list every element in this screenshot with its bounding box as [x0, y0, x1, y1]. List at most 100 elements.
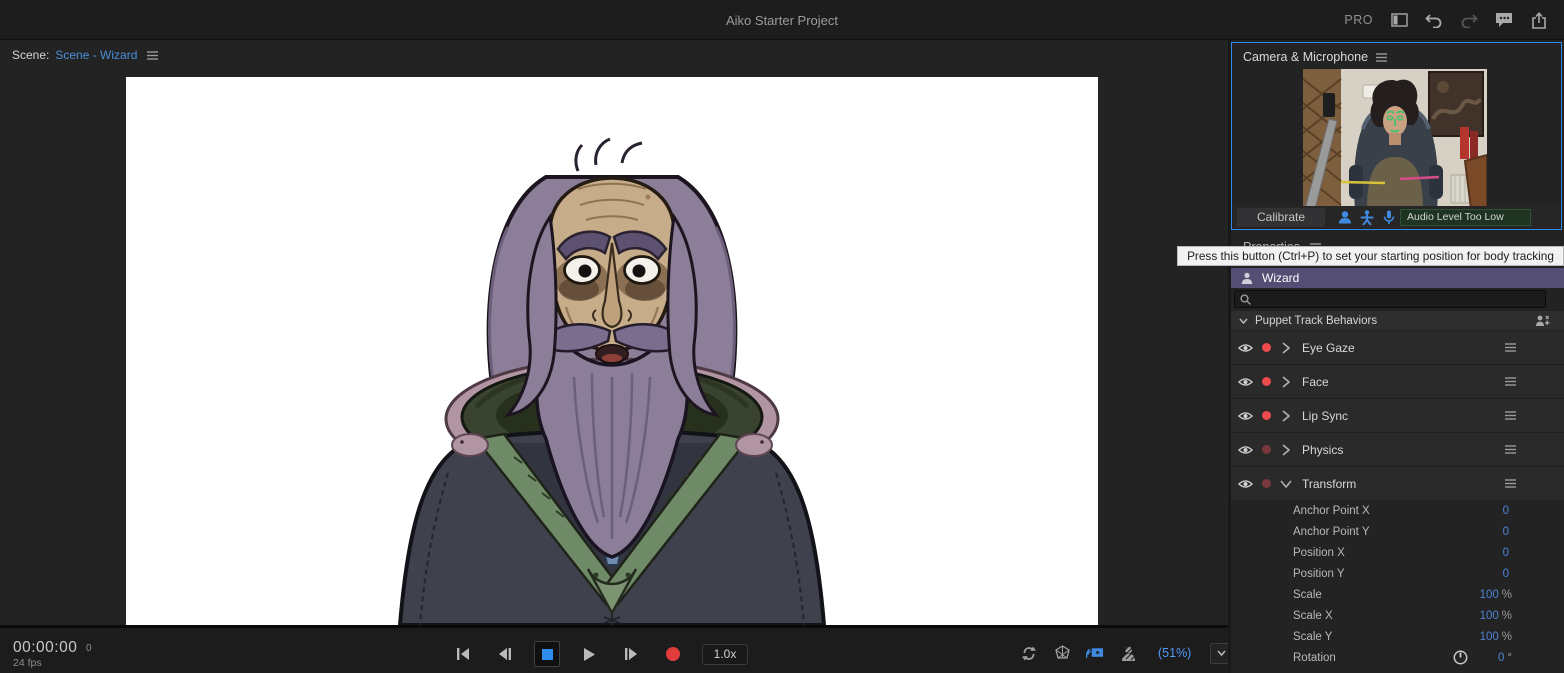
property-value[interactable]: 100% [1480, 631, 1512, 643]
pro-badge: PRO [1344, 13, 1373, 27]
go-to-start-button[interactable] [450, 641, 476, 667]
property-value[interactable]: 0 [1503, 547, 1512, 559]
camera-microphone-panel: Camera & Microphone [1231, 42, 1562, 230]
app-title: Aiko Starter Project [0, 13, 1564, 28]
face-tracking-icon[interactable] [1337, 210, 1352, 225]
section-chevron-icon [1239, 318, 1248, 324]
property-row: Anchor Point Y 0 [1231, 521, 1564, 542]
arm-for-record-dot[interactable] [1262, 445, 1271, 454]
property-row: Scale X 100% [1231, 605, 1564, 626]
fps-label: 24 fps [13, 657, 42, 669]
property-label: Anchor Point X [1293, 505, 1370, 517]
property-value[interactable]: 100% [1480, 589, 1512, 601]
search-icon [1240, 294, 1251, 305]
behavior-menu-icon[interactable] [1505, 343, 1516, 352]
puppet-track-row[interactable]: Wizard [1231, 268, 1564, 288]
body-tracking-icon[interactable] [1359, 210, 1374, 225]
redo-icon[interactable] [1460, 11, 1478, 29]
property-label: Rotation [1293, 652, 1336, 664]
property-label: Anchor Point Y [1293, 526, 1370, 538]
playback-speed[interactable]: 1.0x [702, 644, 748, 665]
zoom-level[interactable]: (51%) [1158, 646, 1191, 660]
behavior-row-transform[interactable]: Transform [1231, 467, 1564, 501]
expand-chevron-icon[interactable] [1282, 342, 1290, 354]
section-title: Puppet Track Behaviors [1255, 315, 1377, 327]
property-value[interactable]: 0 [1503, 526, 1512, 538]
scene-canvas[interactable] [126, 77, 1098, 625]
property-row: Position Y 0 [1231, 563, 1564, 584]
behavior-label: Face [1302, 375, 1329, 389]
behavior-menu-icon[interactable] [1505, 377, 1516, 386]
body-tracking-tooltip: Press this button (Ctrl+P) to set your s… [1177, 246, 1564, 266]
expand-chevron-icon[interactable] [1282, 444, 1290, 456]
arm-for-record-dot[interactable] [1262, 411, 1271, 420]
feedback-chat-icon[interactable] [1495, 11, 1513, 29]
visibility-eye-icon[interactable] [1238, 479, 1253, 489]
transform-properties: Anchor Point X 0 Anchor Point Y 0 Positi… [1231, 500, 1564, 668]
arm-for-record-dot[interactable] [1262, 343, 1271, 352]
audio-status: Audio Level Too Low [1400, 209, 1531, 226]
expand-chevron-icon[interactable] [1280, 480, 1292, 488]
scene-label: Scene: [12, 48, 49, 62]
mesh-view-icon[interactable] [1053, 644, 1071, 662]
behavior-label: Physics [1302, 443, 1343, 457]
visibility-eye-icon[interactable] [1238, 445, 1253, 455]
behavior-list: Eye Gaze Face Lip Sync [1231, 331, 1564, 501]
behavior-menu-icon[interactable] [1505, 479, 1516, 488]
property-label: Scale [1293, 589, 1322, 601]
property-row: Rotation 0° [1231, 647, 1564, 668]
property-value[interactable]: 0 [1503, 568, 1512, 580]
stop-button[interactable] [534, 641, 560, 667]
frame-count: 0 [86, 643, 92, 654]
behavior-row-face[interactable]: Face [1231, 365, 1564, 399]
behavior-menu-icon[interactable] [1505, 445, 1516, 454]
property-row: Scale 100% [1231, 584, 1564, 605]
behavior-row-lip-sync[interactable]: Lip Sync [1231, 399, 1564, 433]
scene-bar: Scene: Scene - Wizard [12, 47, 158, 63]
property-label: Scale Y [1293, 631, 1332, 643]
expand-chevron-icon[interactable] [1282, 410, 1290, 422]
behavior-search[interactable] [1234, 290, 1546, 308]
property-label: Position X [1293, 547, 1345, 559]
arm-for-record-dot[interactable] [1262, 479, 1271, 488]
live-output-icon[interactable] [1086, 644, 1104, 662]
loop-playback-icon[interactable] [1020, 644, 1038, 662]
visibility-eye-icon[interactable] [1238, 377, 1253, 387]
rotation-dial-icon[interactable] [1453, 650, 1468, 665]
property-label: Position Y [1293, 568, 1345, 580]
undo-icon[interactable] [1425, 11, 1443, 29]
snapshot-puppet-icon[interactable] [1119, 644, 1137, 662]
property-value[interactable]: 100% [1480, 610, 1512, 622]
expand-chevron-icon[interactable] [1282, 376, 1290, 388]
scene-link[interactable]: Scene - Wizard [55, 48, 137, 62]
behavior-row-physics[interactable]: Physics [1231, 433, 1564, 467]
property-value[interactable]: 0 [1503, 505, 1512, 517]
property-row: Anchor Point X 0 [1231, 500, 1564, 521]
visibility-eye-icon[interactable] [1238, 411, 1253, 421]
scene-menu-icon[interactable] [147, 51, 158, 60]
visibility-eye-icon[interactable] [1238, 343, 1253, 353]
play-button[interactable] [576, 641, 602, 667]
behavior-label: Eye Gaze [1302, 341, 1355, 355]
share-export-icon[interactable] [1530, 11, 1548, 29]
previous-frame-button[interactable] [492, 641, 518, 667]
microphone-icon[interactable] [1381, 210, 1396, 225]
property-row: Scale Y 100% [1231, 626, 1564, 647]
arm-for-record-dot[interactable] [1262, 377, 1271, 386]
calibrate-button[interactable]: Calibrate [1237, 208, 1325, 227]
property-value[interactable]: 0° [1498, 652, 1512, 664]
behavior-menu-icon[interactable] [1505, 411, 1516, 420]
search-input[interactable] [1255, 293, 1535, 305]
add-behavior-icon[interactable] [1535, 314, 1550, 328]
record-icon [666, 647, 680, 661]
property-label: Scale X [1293, 610, 1333, 622]
stop-icon [542, 649, 553, 660]
puppet-track-behaviors-header[interactable]: Puppet Track Behaviors [1231, 311, 1564, 330]
workspace-panel-icon[interactable] [1390, 11, 1408, 29]
next-frame-button[interactable] [618, 641, 644, 667]
record-button[interactable] [660, 641, 686, 667]
camera-panel-menu-icon[interactable] [1376, 53, 1387, 62]
behavior-label: Transform [1302, 477, 1356, 491]
behavior-row-eye-gaze[interactable]: Eye Gaze [1231, 331, 1564, 365]
property-row: Position X 0 [1231, 542, 1564, 563]
